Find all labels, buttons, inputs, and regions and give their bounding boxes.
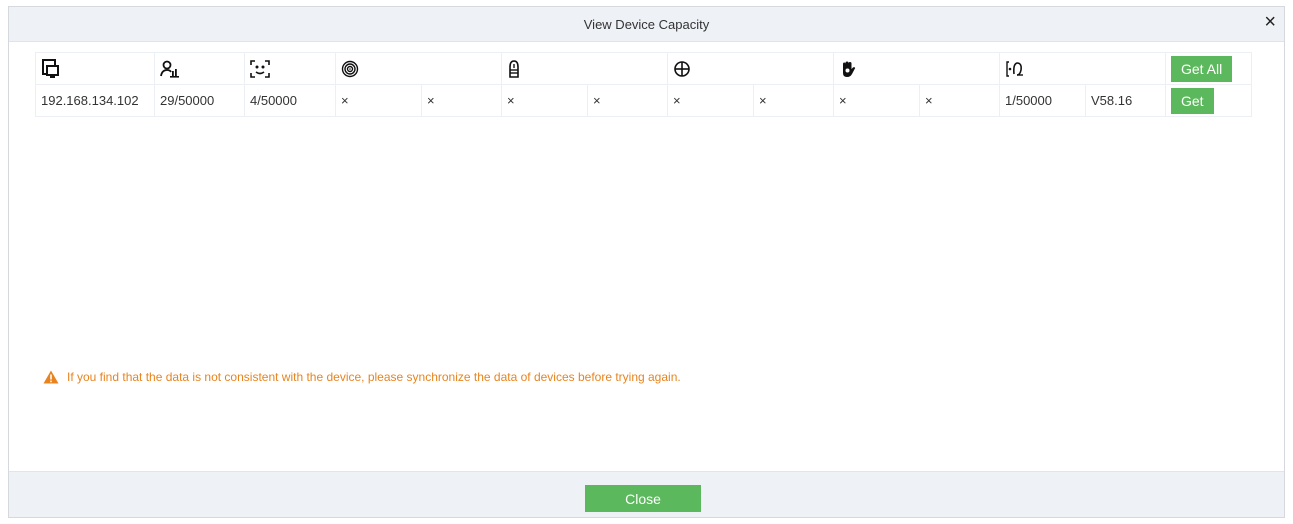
warning-text: If you find that the data is not consist… [67, 370, 681, 384]
device-capacity-dialog: View Device Capacity × Get All 192.168.1… [8, 6, 1285, 518]
header-palm [667, 52, 834, 85]
header-device [35, 52, 155, 85]
cell-actions: Get [1165, 84, 1252, 117]
cell-finger-vein-version: × [587, 84, 668, 117]
cell-hand-version: × [919, 84, 1000, 117]
capacity-table: Get All 192.168.134.102 29/50000 4/50000… [35, 52, 1252, 117]
header-fingerprint [335, 52, 502, 85]
cell-photo-count: 1/50000 [999, 84, 1086, 117]
cell-palm-version: × [753, 84, 834, 117]
cell-users: 29/50000 [154, 84, 245, 117]
get-all-button[interactable]: Get All [1171, 55, 1233, 82]
warning-icon [43, 370, 59, 384]
table-header-row: Get All [35, 52, 1252, 85]
cell-palm-count: × [667, 84, 754, 117]
close-icon[interactable]: × [1264, 12, 1276, 32]
cell-fingerprint-version: × [421, 84, 502, 117]
fingerprint-icon [341, 60, 359, 77]
warning-message: If you find that the data is not consist… [43, 370, 681, 384]
header-finger-vein [501, 52, 668, 85]
cell-photo-version: V58.16 [1085, 84, 1166, 117]
table-row: 192.168.134.102 29/50000 4/50000 × × × ×… [35, 84, 1252, 117]
finger-vein-icon [509, 59, 519, 78]
dialog-titlebar: View Device Capacity × [9, 7, 1284, 42]
cell-ip: 192.168.134.102 [35, 84, 155, 117]
get-button[interactable]: Get [1171, 87, 1214, 114]
header-faces [244, 52, 336, 85]
cell-fingerprint-count: × [335, 84, 422, 117]
face-icon [250, 59, 270, 78]
dialog-title: View Device Capacity [583, 17, 710, 32]
user-icon [160, 60, 179, 78]
photo-icon [1006, 60, 1023, 77]
header-users [154, 52, 245, 85]
palm-icon [674, 60, 690, 77]
close-button[interactable]: Close [585, 485, 701, 512]
header-photo [999, 52, 1166, 85]
cell-hand-count: × [833, 84, 920, 117]
cell-finger-vein-count: × [501, 84, 588, 117]
dialog-footer: Close [9, 471, 1284, 517]
device-icon [42, 58, 59, 78]
cell-faces: 4/50000 [244, 84, 336, 117]
header-hand [833, 52, 1000, 85]
header-actions: Get All [1165, 52, 1252, 85]
hand-icon [843, 61, 856, 77]
